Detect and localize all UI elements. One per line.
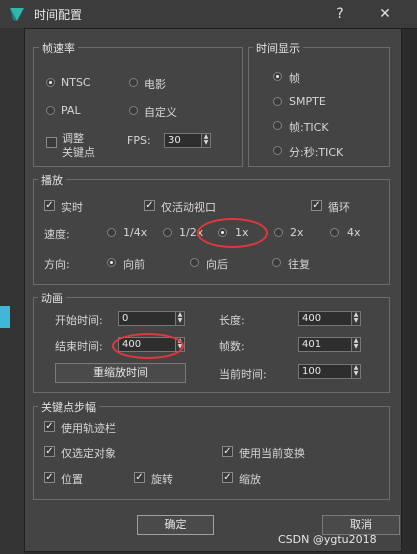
active-viewport-checkbox[interactable]: ✓ <box>144 200 155 211</box>
loop-label: 循环 <box>328 201 350 214</box>
viewport-left-edge <box>0 28 24 554</box>
film-label: 电影 <box>144 78 166 91</box>
viewport-highlight <box>0 306 10 328</box>
frame-rate-legend: 帧速率 <box>39 40 78 56</box>
fps-input[interactable]: 30 <box>164 133 202 148</box>
speed-half-radio[interactable] <box>163 228 172 237</box>
current-time-label: 当前时间: <box>219 368 267 381</box>
speed-label: 速度: <box>44 228 70 241</box>
speed-2x-label: 2x <box>290 226 304 239</box>
window-title: 时间配置 <box>34 8 83 22</box>
frames-radio[interactable] <box>273 72 282 81</box>
playback-legend: 播放 <box>38 172 66 188</box>
watermark-text: CSDN @ygtu2018 <box>278 533 377 546</box>
position-checkbox[interactable]: ✓ <box>44 472 55 483</box>
rotation-checkbox[interactable]: ✓ <box>134 472 145 483</box>
speed-quarter-label: 1/4x <box>123 226 148 239</box>
time-display-legend: 时间显示 <box>253 40 303 56</box>
use-trackbar-label: 使用轨迹栏 <box>61 422 116 435</box>
use-current-transform-checkbox[interactable]: ✓ <box>222 446 233 457</box>
selected-only-checkbox[interactable]: ✓ <box>44 446 55 457</box>
title-bar: 时间配置 ? ✕ <box>0 0 417 29</box>
direction-forward-label: 向前 <box>123 258 145 271</box>
realtime-checkbox[interactable]: ✓ <box>44 200 55 211</box>
direction-label: 方向: <box>44 258 70 271</box>
fps-label: FPS: <box>127 134 151 147</box>
animation-legend: 动画 <box>38 290 66 306</box>
start-time-spinner[interactable]: ▲ ▼ <box>175 311 185 326</box>
end-time-annotation-circle <box>112 333 184 359</box>
app-icon <box>10 8 24 21</box>
selected-only-label: 仅选定对象 <box>61 447 116 460</box>
start-time-label: 开始时间: <box>55 314 103 327</box>
speed-4x-label: 4x <box>347 226 361 239</box>
custom-radio[interactable] <box>129 106 138 115</box>
mm-ss-tick-radio[interactable] <box>273 146 282 155</box>
frame-count-spinner[interactable]: ▲ ▼ <box>351 337 361 352</box>
scale-checkbox[interactable]: ✓ <box>222 472 233 483</box>
active-viewport-label: 仅活动视口 <box>161 201 216 214</box>
mm-ss-tick-label: 分:秒:TICK <box>289 146 344 159</box>
rescale-time-button[interactable]: 重缩放时间 <box>55 363 186 383</box>
close-button[interactable]: ✕ <box>372 4 398 24</box>
key-steps-legend: 关键点步幅 <box>38 399 99 415</box>
fps-spinner[interactable]: ▲ ▼ <box>201 133 211 148</box>
ntsc-radio[interactable] <box>46 78 55 87</box>
ntsc-label: NTSC <box>61 76 91 89</box>
rotation-label: 旋转 <box>151 473 173 486</box>
speed-4x-radio[interactable] <box>330 228 339 237</box>
current-time-spinner[interactable]: ▲ ▼ <box>351 364 361 379</box>
ok-button[interactable]: 确定 <box>137 515 214 535</box>
direction-reverse-radio[interactable] <box>190 258 199 267</box>
position-label: 位置 <box>61 473 83 486</box>
scale-label: 缩放 <box>239 473 261 486</box>
length-spinner[interactable]: ▲ ▼ <box>351 311 361 326</box>
adjust-keys-checkbox[interactable] <box>46 137 57 148</box>
film-radio[interactable] <box>129 78 138 87</box>
loop-checkbox[interactable]: ✓ <box>311 200 322 211</box>
frame-tick-label: 帧:TICK <box>289 121 329 134</box>
adjust-keys-label-2: 关键点 <box>62 146 95 159</box>
length-input[interactable]: 400 <box>298 311 352 326</box>
help-button[interactable]: ? <box>327 4 353 24</box>
speed-2x-radio[interactable] <box>274 228 283 237</box>
direction-reverse-label: 向后 <box>206 258 228 271</box>
custom-label: 自定义 <box>144 106 177 119</box>
use-current-transform-label: 使用当前变换 <box>239 447 305 460</box>
direction-pingpong-label: 往复 <box>288 258 310 271</box>
frame-tick-radio[interactable] <box>273 121 282 130</box>
use-trackbar-checkbox[interactable]: ✓ <box>44 421 55 432</box>
smpte-label: SMPTE <box>289 95 326 108</box>
cancel-button[interactable]: 取消 <box>322 515 400 535</box>
pal-label: PAL <box>61 104 81 117</box>
frames-label: 帧 <box>289 72 300 85</box>
smpte-radio[interactable] <box>273 97 282 106</box>
end-time-label: 结束时间: <box>55 340 103 353</box>
direction-pingpong-radio[interactable] <box>272 258 281 267</box>
direction-forward-radio[interactable] <box>107 258 116 267</box>
speed-annotation-circle <box>197 218 268 248</box>
length-label: 长度: <box>219 314 245 327</box>
realtime-label: 实时 <box>61 201 83 214</box>
current-time-input[interactable]: 100 <box>298 364 352 379</box>
start-time-input[interactable]: 0 <box>118 311 176 326</box>
pal-radio[interactable] <box>46 106 55 115</box>
frame-count-label: 帧数: <box>219 340 245 353</box>
frame-count-input[interactable]: 401 <box>298 337 352 352</box>
speed-quarter-radio[interactable] <box>107 228 116 237</box>
